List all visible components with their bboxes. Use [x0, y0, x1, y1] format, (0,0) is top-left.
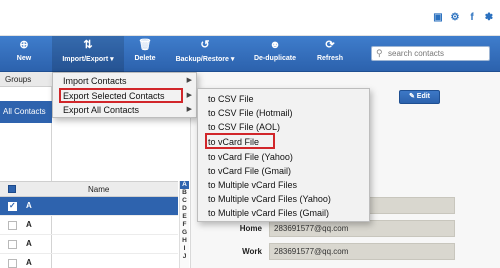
refresh-icon: ⟳: [325, 39, 335, 51]
groups-header: Groups: [0, 72, 52, 87]
row-checkbox[interactable]: [8, 259, 17, 268]
highlight-export-selected: [59, 88, 183, 103]
chevron-right-icon: ▶: [186, 77, 192, 84]
highlight-vcard: [205, 133, 275, 149]
work-email-label: Work: [242, 247, 262, 256]
menu-item-vcard-gmail[interactable]: to vCard File (Gmail): [198, 164, 291, 178]
refresh-button[interactable]: ⟳ Refresh: [310, 36, 350, 72]
name-column-header[interactable]: Name: [88, 185, 109, 194]
alpha-letter[interactable]: G: [180, 229, 189, 237]
home-email-value: 283691577@qq.com: [269, 220, 455, 237]
top-bar: ▣ ⚙ f ✽: [0, 0, 500, 36]
alpha-letter[interactable]: B: [180, 189, 189, 197]
search-icon: ⚲: [376, 48, 383, 58]
export-submenu: to CSV File to CSV File (Hotmail) to CSV…: [197, 88, 370, 222]
menu-item-csv[interactable]: to CSV File: [198, 92, 254, 106]
alpha-letter[interactable]: H: [180, 237, 189, 245]
select-all-checkbox[interactable]: [8, 185, 16, 193]
alpha-letter[interactable]: F: [180, 221, 189, 229]
users-icon: ☻: [269, 39, 281, 51]
list-item[interactable]: A: [0, 235, 178, 254]
chevron-right-icon: ▶: [186, 106, 192, 113]
trash-icon: 🗑: [138, 39, 152, 51]
top-icons: ▣ ⚙ f ✽: [433, 13, 494, 23]
work-email-value: 283691577@qq.com: [269, 243, 455, 260]
home-email-label: Home: [239, 224, 262, 233]
search-box[interactable]: ⚲: [371, 46, 490, 61]
menu-item-csv-aol[interactable]: to CSV File (AOL): [198, 120, 280, 134]
search-input[interactable]: [388, 48, 486, 59]
facebook-icon[interactable]: f: [467, 13, 477, 23]
edit-button[interactable]: ✎ Edit: [399, 90, 440, 104]
alphabet-index: A B C D E F G H I J: [179, 181, 189, 268]
wrench-icon[interactable]: ⚙: [450, 13, 460, 23]
alpha-letter[interactable]: C: [180, 197, 189, 205]
import-export-icon: ⇅: [83, 39, 93, 51]
new-button[interactable]: ⊕ New: [10, 36, 38, 72]
deduplicate-button[interactable]: ☻ De-duplicate: [250, 36, 300, 72]
import-export-button[interactable]: ⇅ Import/Export ▾: [52, 36, 124, 72]
plus-icon: ⊕: [19, 39, 29, 51]
menu-item-import-contacts[interactable]: Import Contacts ▶: [53, 74, 196, 88]
alpha-letter[interactable]: A: [180, 181, 189, 189]
menu-item-multi-vcard-yahoo[interactable]: to Multiple vCard Files (Yahoo): [198, 192, 331, 206]
list-item[interactable]: A: [0, 216, 178, 235]
list-item[interactable]: A: [0, 254, 178, 268]
delete-button[interactable]: 🗑 Delete: [128, 36, 162, 72]
alpha-letter[interactable]: E: [180, 213, 189, 221]
alpha-letter[interactable]: D: [180, 205, 189, 213]
edit-icon: ✎: [408, 93, 415, 100]
chevron-down-icon: ▾: [230, 56, 235, 63]
sidebar-item-all-contacts[interactable]: All Contacts: [0, 101, 52, 123]
menu-item-vcard-yahoo[interactable]: to vCard File (Yahoo): [198, 150, 293, 164]
backup-icon: ↺: [200, 39, 210, 51]
menu-item-multi-vcard[interactable]: to Multiple vCard Files: [198, 178, 297, 192]
chevron-down-icon: ▾: [110, 56, 114, 63]
row-checkbox[interactable]: [8, 201, 17, 211]
menu-item-csv-hotmail[interactable]: to CSV File (Hotmail): [198, 106, 293, 120]
chevron-right-icon: ▶: [186, 92, 192, 99]
toolbar: ⊕ New ⇅ Import/Export ▾ 🗑 Delete ↺ Backu…: [0, 36, 500, 72]
row-checkbox[interactable]: [8, 221, 17, 230]
backup-restore-button[interactable]: ↺ Backup/Restore ▾: [166, 36, 244, 72]
list-item[interactable]: A: [0, 197, 178, 216]
menu-item-export-all[interactable]: Export All Contacts ▶: [53, 103, 196, 117]
menu-item-multi-vcard-gmail[interactable]: to Multiple vCard Files (Gmail): [198, 206, 329, 220]
twitter-icon[interactable]: ✽: [484, 13, 494, 23]
alpha-letter[interactable]: I: [180, 245, 189, 253]
row-checkbox[interactable]: [8, 240, 17, 249]
cart-icon[interactable]: ▣: [433, 13, 443, 23]
list-header: Name: [0, 181, 178, 197]
alpha-letter[interactable]: J: [180, 253, 189, 261]
